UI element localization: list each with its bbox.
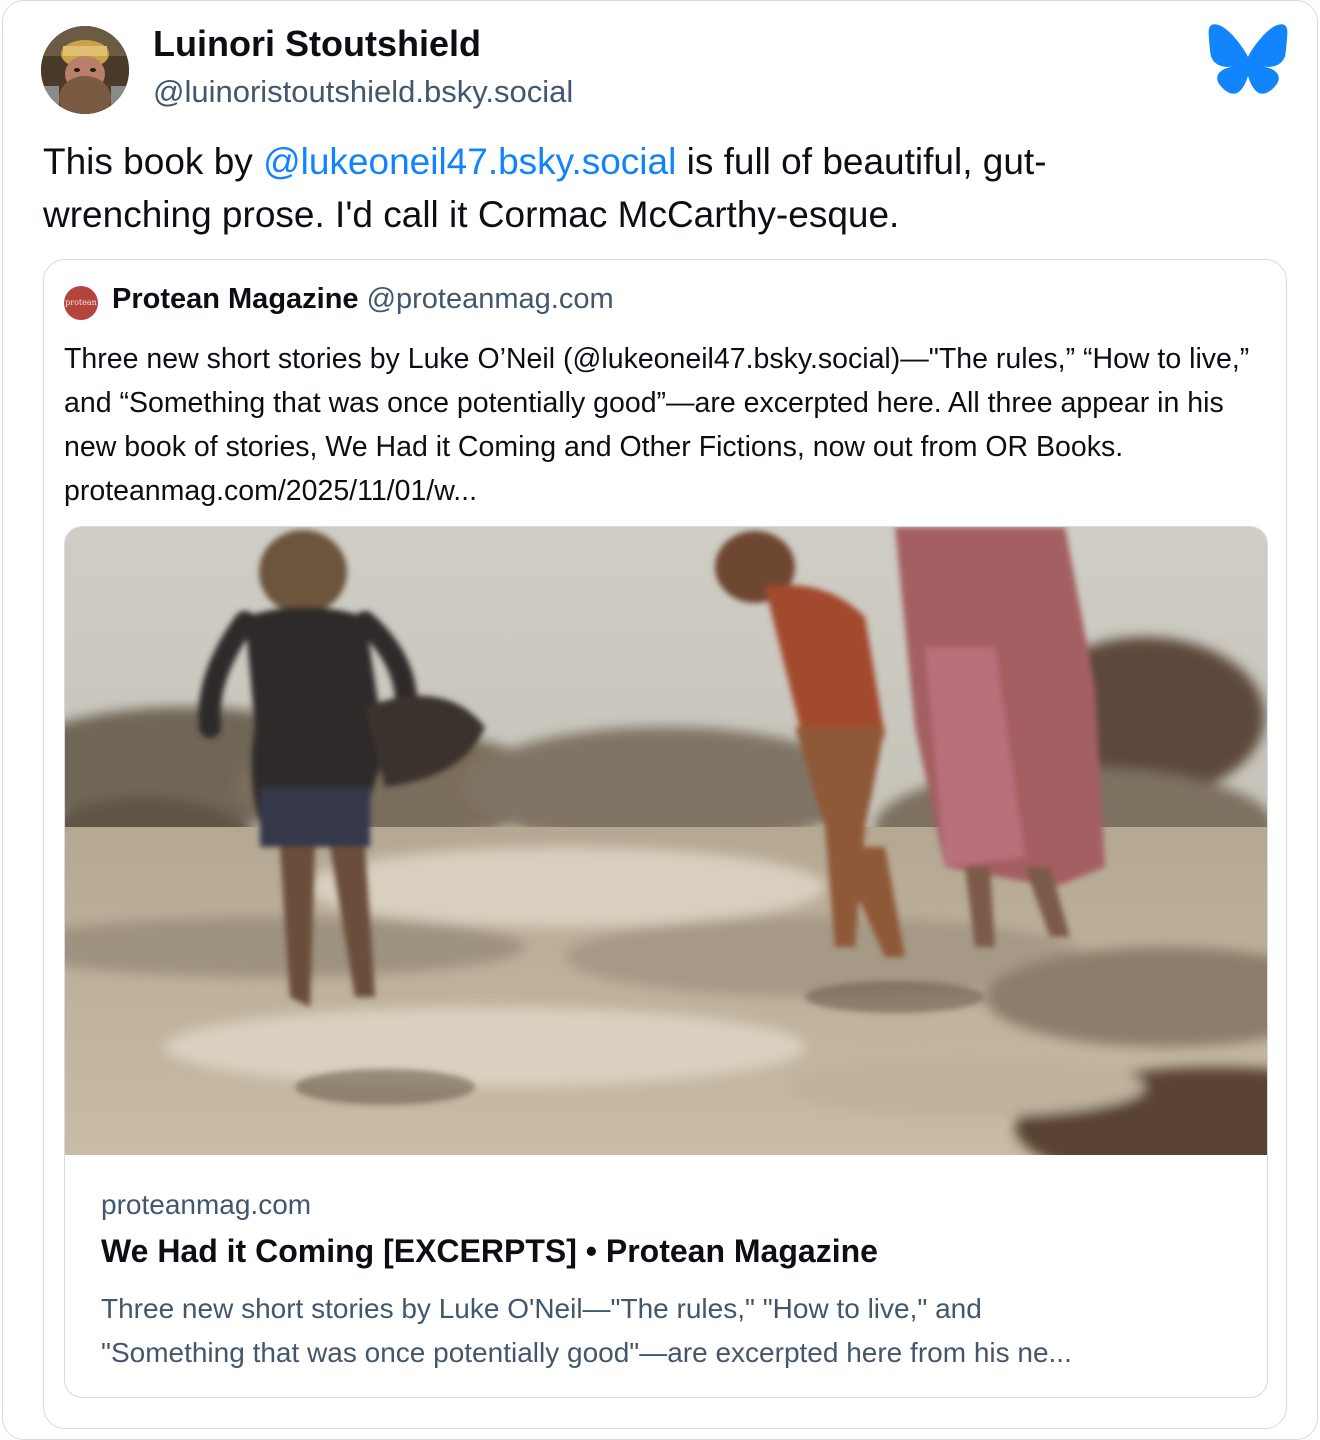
bluesky-butterfly-icon[interactable] <box>1207 23 1289 95</box>
author-avatar[interactable] <box>41 26 129 114</box>
author-handle[interactable]: @luinoristoutshield.bsky.social <box>153 74 573 110</box>
quote-author-name[interactable]: Protean Magazine <box>112 283 359 315</box>
quote-author[interactable]: Protean Magazine @proteanmag.com <box>112 283 614 316</box>
quote-author-avatar[interactable]: protean <box>64 286 98 320</box>
avatar-image <box>41 26 129 114</box>
post-card[interactable]: Luinori Stoutshield @luinoristoutshield.… <box>2 0 1318 1440</box>
bluesky-logo-svg <box>1208 24 1288 94</box>
link-embed-card[interactable]: proteanmag.com We Had it Coming [EXCERPT… <box>64 526 1268 1398</box>
beach-photo-image <box>65 527 1267 1155</box>
embed-description-line-2: "Something that was once potentially goo… <box>101 1337 1072 1368</box>
post-text: This book by @lukeoneil47.bsky.social is… <box>43 135 1203 241</box>
embed-description: Three new short stories by Luke O'Neil—"… <box>101 1287 1221 1375</box>
mention-link[interactable]: @lukeoneil47.bsky.social <box>263 141 676 182</box>
quote-avatar-text: protean <box>65 298 97 307</box>
quote-author-handle[interactable]: @proteanmag.com <box>367 283 614 315</box>
embed-title[interactable]: We Had it Coming [EXCERPTS] • Protean Ma… <box>101 1233 878 1270</box>
embed-thumbnail[interactable] <box>65 527 1267 1155</box>
embed-domain: proteanmag.com <box>101 1189 312 1220</box>
author-name[interactable]: Luinori Stoutshield <box>153 23 481 65</box>
embed-description-line-1: Three new short stories by Luke O'Neil—"… <box>101 1293 982 1324</box>
quote-text: Three new short stories by Luke O’Neil (… <box>64 343 1250 507</box>
quoted-post[interactable]: protean Protean Magazine @proteanmag.com … <box>43 259 1287 1429</box>
post-text-before: This book by <box>43 141 264 182</box>
